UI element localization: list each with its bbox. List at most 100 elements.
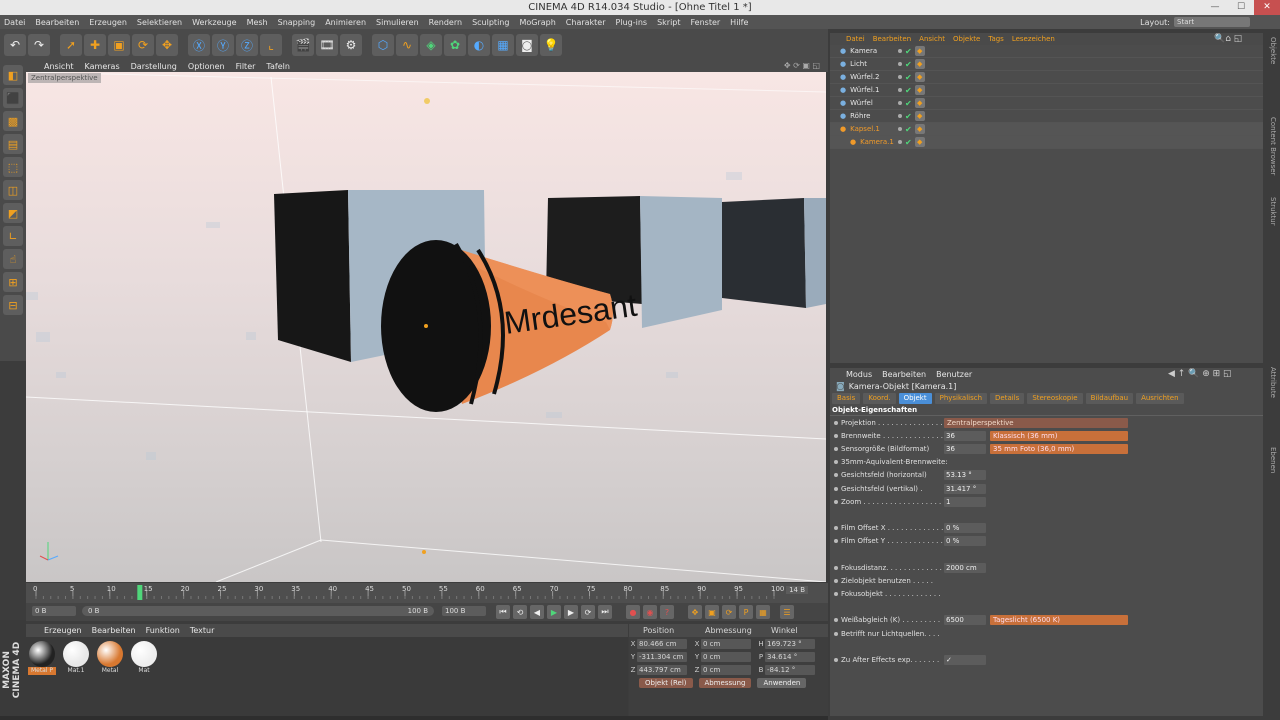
- property-bullet[interactable]: [834, 539, 838, 544]
- visibility-dot[interactable]: [898, 75, 902, 79]
- menu-item-9[interactable]: Rendern: [429, 18, 462, 27]
- menu-item-10[interactable]: Sculpting: [472, 18, 509, 27]
- timeline-ruler[interactable]: 0 5 10 15 20 25 30 35 40 45 50 55 60 65 70 75 80 85 90 95 10…: [26, 583, 828, 603]
- timeline-playhead[interactable]: [137, 585, 143, 600]
- property-value[interactable]: 31.417 °: [944, 483, 986, 494]
- menu-item-16[interactable]: Hilfe: [730, 18, 748, 27]
- menu-item-4[interactable]: Werkzeuge: [192, 18, 236, 27]
- material-menu-0[interactable]: Erzeugen: [44, 626, 82, 635]
- property-value[interactable]: 0 %: [944, 536, 986, 547]
- menu-item-7[interactable]: Animieren: [325, 18, 366, 27]
- enabled-check-icon[interactable]: ✔: [905, 60, 912, 69]
- property-value[interactable]: 2000 cm: [944, 562, 986, 573]
- tab-0[interactable]: Basis: [832, 393, 861, 404]
- last-tool-icon[interactable]: ✥: [156, 34, 178, 56]
- material-item[interactable]: Mat: [130, 641, 158, 675]
- object-menu-2[interactable]: Ansicht: [919, 35, 945, 43]
- property-value[interactable]: 53.13 °: [944, 470, 986, 481]
- object-tag-icon[interactable]: ◆: [914, 124, 925, 134]
- property-dropdown[interactable]: Klassisch (36 mm): [990, 430, 1128, 441]
- workplane-lock-icon[interactable]: ⊟: [3, 295, 23, 315]
- visibility-dot[interactable]: [898, 62, 902, 66]
- range-slider[interactable]: 0 B 100 B: [82, 606, 434, 616]
- layout-dropdown[interactable]: Start: [1174, 17, 1250, 27]
- viewport-menu-1[interactable]: Kameras: [85, 62, 120, 71]
- material-item[interactable]: Metal P: [28, 641, 56, 675]
- array-icon[interactable]: ✿: [444, 34, 466, 56]
- material-preview[interactable]: [63, 641, 89, 667]
- tab-1[interactable]: Koord.: [863, 393, 896, 404]
- material-item[interactable]: Mat.1: [62, 641, 90, 675]
- side-tab-1[interactable]: Content Browser: [1269, 117, 1277, 175]
- property-value[interactable]: 1: [944, 496, 986, 507]
- enabled-check-icon[interactable]: ✔: [905, 138, 912, 147]
- attribute-menu-2[interactable]: Benutzer: [936, 370, 972, 379]
- coord-mode-dropdown[interactable]: Objekt (Rel): [639, 678, 693, 688]
- object-menu-4[interactable]: Tags: [988, 35, 1004, 43]
- visibility-dot[interactable]: [898, 114, 902, 118]
- menu-item-11[interactable]: MoGraph: [519, 18, 555, 27]
- visibility-dot[interactable]: [898, 49, 902, 53]
- object-name[interactable]: Licht: [850, 60, 867, 68]
- object-row[interactable]: ● Röhre ✔ ◆: [830, 110, 1263, 123]
- snapping-icon[interactable]: ⊞: [3, 272, 23, 292]
- object-name[interactable]: Kamera: [850, 47, 877, 55]
- material-preview[interactable]: [97, 641, 123, 667]
- autokey-icon[interactable]: ◉: [643, 605, 657, 619]
- object-name[interactable]: Würfel: [850, 99, 873, 107]
- viewport-menu-3[interactable]: Optionen: [188, 62, 225, 71]
- enabled-check-icon[interactable]: ✔: [905, 47, 912, 56]
- attribute-menu-0[interactable]: Modus: [846, 370, 872, 379]
- object-manager-icons[interactable]: 🔍⌂ ◱: [1214, 34, 1242, 44]
- key-scale-icon[interactable]: ▣: [705, 605, 719, 619]
- tab-3[interactable]: Physikalisch: [934, 393, 988, 404]
- enabled-check-icon[interactable]: ✔: [905, 73, 912, 82]
- redo-icon[interactable]: ↷: [28, 34, 50, 56]
- object-name[interactable]: Würfel.2: [850, 73, 879, 81]
- object-row[interactable]: ● Kapsel.1 ✔ ◆: [830, 123, 1263, 136]
- object-name[interactable]: Röhre: [850, 112, 870, 120]
- material-menu-1[interactable]: Bearbeiten: [92, 626, 136, 635]
- property-bullet[interactable]: [834, 578, 838, 583]
- viewport-menu-4[interactable]: Filter: [236, 62, 256, 71]
- coord-size-mode-dropdown[interactable]: Abmessung: [698, 678, 752, 688]
- edges-mode-icon[interactable]: ◫: [3, 180, 23, 200]
- viewport-3d[interactable]: Mrdesant Zentralperspektive: [26, 72, 826, 582]
- timeline-menu-icon[interactable]: ☰: [780, 605, 794, 619]
- menu-item-5[interactable]: Mesh: [247, 18, 268, 27]
- workplane-icon[interactable]: ▤: [3, 134, 23, 154]
- render-picture-viewer-icon[interactable]: 🎞: [316, 34, 338, 56]
- side-tab-0[interactable]: Objekte: [1269, 37, 1277, 64]
- close-icon[interactable]: ✕: [1254, 0, 1280, 15]
- cube-right[interactable]: [722, 198, 826, 308]
- property-value[interactable]: 36: [944, 443, 986, 454]
- tab-4[interactable]: Details: [990, 393, 1025, 404]
- attribute-nav-icons[interactable]: ◀ ↑ 🔍 ⊕ ⊞ ◱: [1168, 369, 1232, 379]
- render-view-icon[interactable]: 🎬: [292, 34, 314, 56]
- property-bullet[interactable]: [834, 618, 838, 623]
- object-tag-icon[interactable]: ◆: [914, 137, 925, 147]
- material-menu-2[interactable]: Funktion: [146, 626, 180, 635]
- visibility-dot[interactable]: [898, 88, 902, 92]
- prev-key-icon[interactable]: ⟲: [513, 605, 527, 619]
- coord-field[interactable]: -311.304 cm: [637, 651, 687, 662]
- property-value[interactable]: 36: [944, 430, 986, 441]
- object-menu-0[interactable]: Datei: [846, 35, 865, 43]
- side-tab-4[interactable]: Ebenen: [1269, 447, 1277, 473]
- object-name[interactable]: Würfel.1: [850, 86, 879, 94]
- material-preview[interactable]: [131, 641, 157, 667]
- object-row[interactable]: ● Kamera.1 ✔ ◆: [830, 136, 1263, 149]
- object-name[interactable]: Kapsel.1: [850, 125, 880, 133]
- play-icon[interactable]: ▶: [547, 605, 561, 619]
- viewport-menu-5[interactable]: Tafeln: [266, 62, 290, 71]
- enabled-check-icon[interactable]: ✔: [905, 125, 912, 134]
- scale-icon[interactable]: ▣: [108, 34, 130, 56]
- menu-item-15[interactable]: Fenster: [691, 18, 721, 27]
- start-frame-field[interactable]: 0 B: [32, 606, 76, 616]
- make-editable-icon[interactable]: ◧: [3, 65, 23, 85]
- property-bullet[interactable]: [834, 592, 838, 597]
- deformer-icon[interactable]: ◐: [468, 34, 490, 56]
- viewport-menu-0[interactable]: Ansicht: [44, 62, 74, 71]
- key-rotation-icon[interactable]: ⟳: [722, 605, 736, 619]
- nurbs-icon[interactable]: ◈: [420, 34, 442, 56]
